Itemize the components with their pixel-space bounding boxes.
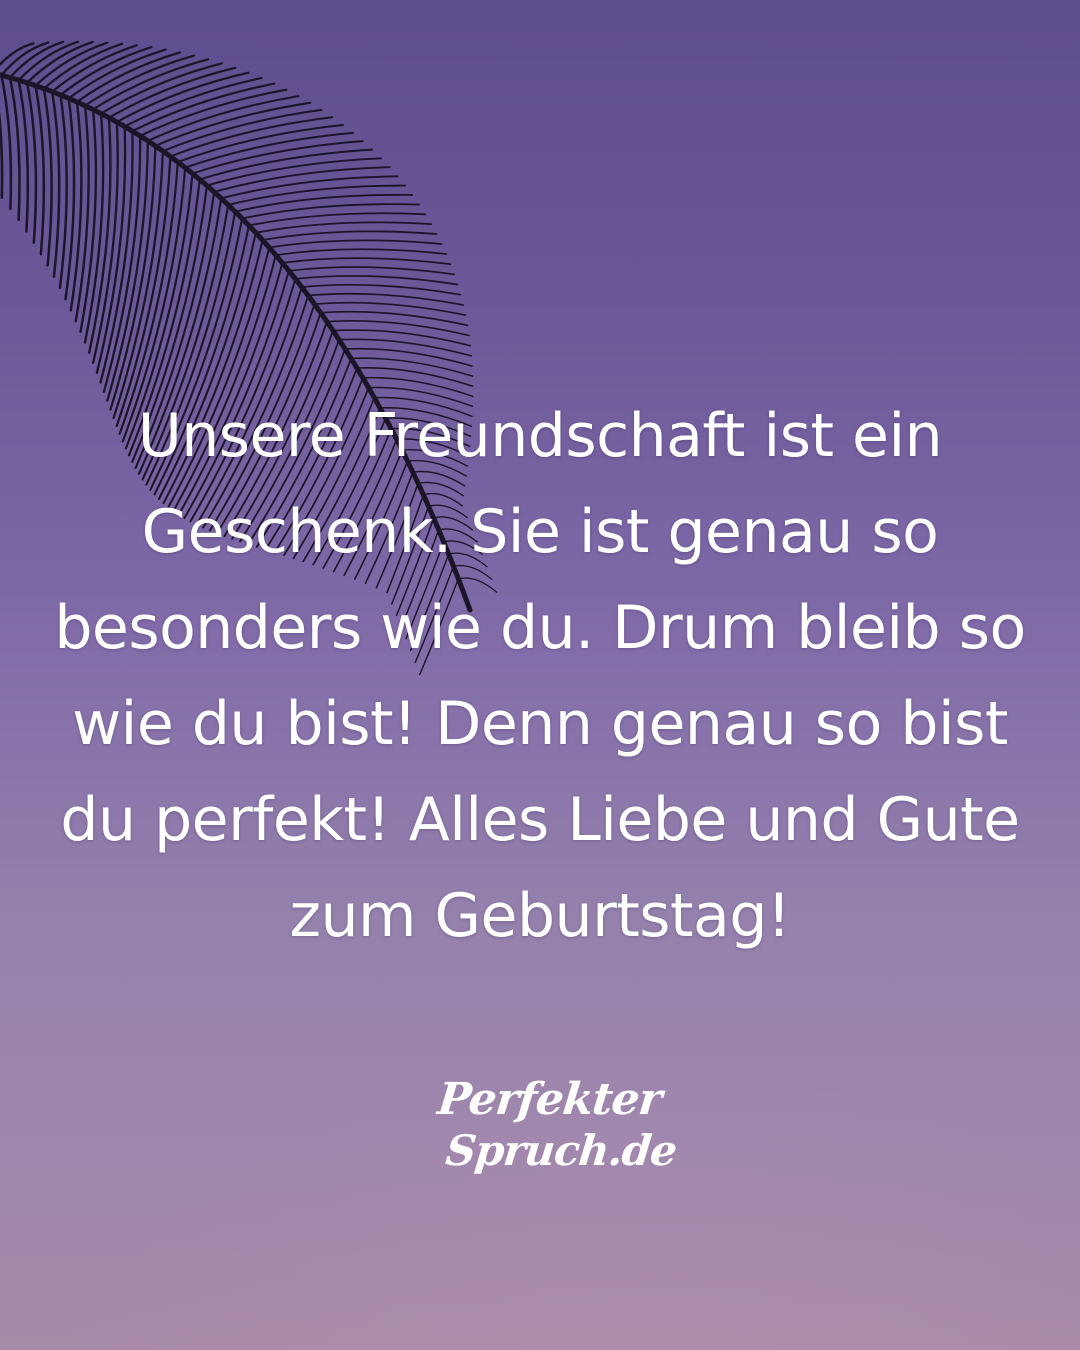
logo-line-1: Perfekter	[435, 1074, 664, 1125]
palm-leaflet	[176, 124, 344, 163]
logo-line-2: Spruch.de	[443, 1126, 679, 1175]
palm-leaflet	[75, 51, 182, 104]
palm-leaflet	[91, 58, 210, 111]
palm-leaflet	[300, 283, 462, 296]
palm-leaflet	[213, 166, 391, 193]
palm-leaflet	[326, 320, 470, 337]
palm-leaflet	[261, 230, 438, 241]
palm-leaflet	[67, 48, 167, 100]
palm-leaflet	[332, 329, 472, 347]
brand-logo: Perfekter Spruch.de	[430, 1072, 678, 1192]
palm-leaflet	[288, 266, 455, 276]
palm-leaflet	[274, 248, 447, 256]
palm-leaflet	[107, 66, 237, 119]
palm-leaflet	[268, 239, 443, 249]
palm-leaflet	[0, 110, 4, 199]
palm-leaflet	[115, 71, 250, 124]
palm-leaflet	[241, 203, 420, 220]
quote-text: Unsere Freundschaft ist ein Geschenk. Si…	[54, 401, 1026, 951]
palm-leaflet	[294, 275, 459, 286]
palm-leaflet	[59, 46, 153, 97]
palm-leaflet	[0, 42, 35, 67]
palm-leaflet	[42, 87, 53, 267]
palm-leaflet	[281, 257, 452, 265]
palm-leaflet	[123, 76, 263, 128]
quote-card: Unsere Freundschaft ist ein Geschenk. Si…	[0, 0, 1080, 1350]
palm-leaflet	[83, 54, 196, 107]
palm-leaflet	[131, 82, 276, 133]
palm-leaflet	[50, 90, 61, 279]
palm-leaflet	[51, 44, 138, 93]
palm-leaflet	[58, 93, 68, 290]
palm-leaflet	[99, 62, 223, 115]
